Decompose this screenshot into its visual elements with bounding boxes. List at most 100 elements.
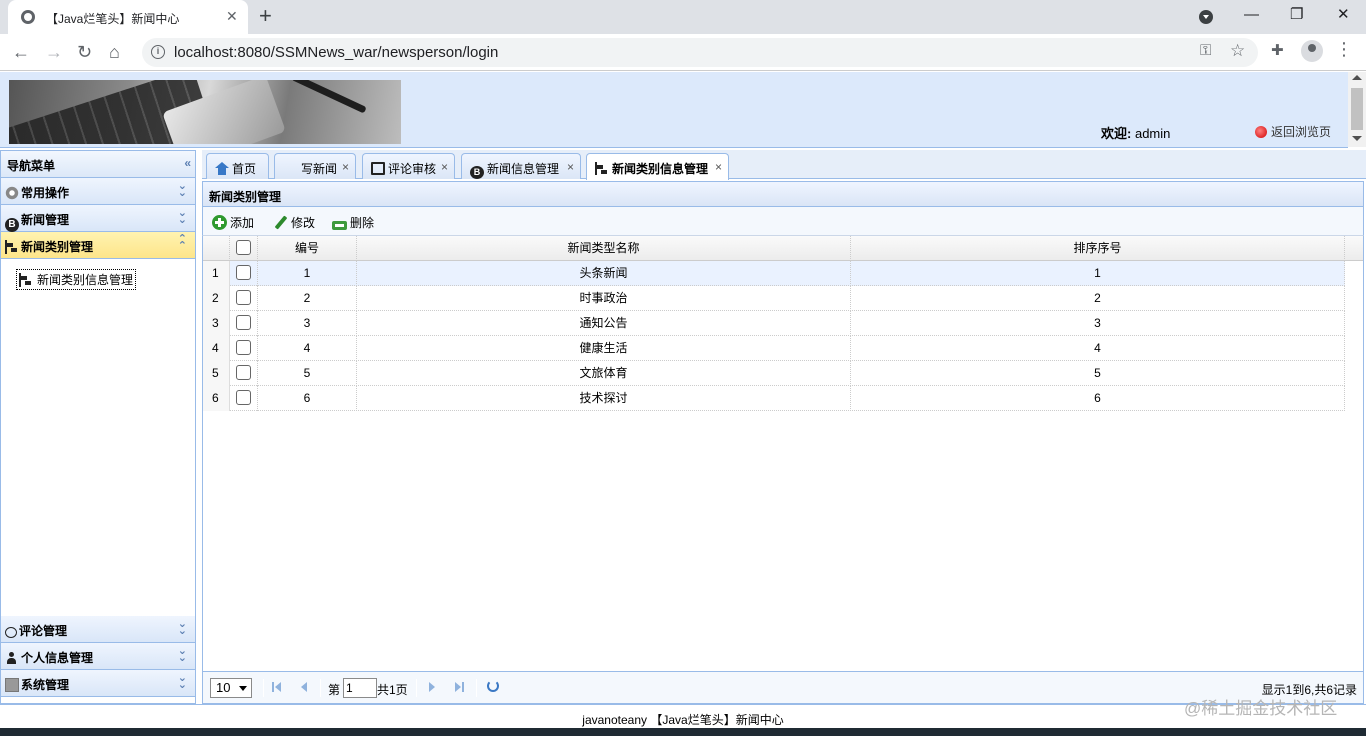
tab-home[interactable]: 首页 xyxy=(206,153,269,179)
cell-id: 2 xyxy=(258,286,357,311)
reload-icon[interactable]: ↻ xyxy=(77,41,92,63)
new-tab-button[interactable]: + xyxy=(259,4,272,28)
welcome-text: 欢迎: admin xyxy=(1101,123,1170,142)
address-bar: ← → ↻ ⌂ i localhost:8080/SSMNews_war/new… xyxy=(0,34,1366,71)
cell-name: 文旅体育 xyxy=(357,361,851,386)
tab-close-icon[interactable]: × xyxy=(567,160,574,174)
cell-id: 1 xyxy=(258,261,357,286)
browser-tab[interactable]: 【Java烂笔头】新闻中心 ✕ xyxy=(8,0,248,34)
row-checkbox[interactable] xyxy=(236,290,251,305)
pencil-icon xyxy=(273,215,288,230)
sidebar-section-label: 新闻管理 xyxy=(21,213,70,227)
refresh-icon[interactable] xyxy=(487,680,499,692)
tab-write-news[interactable]: 写新闻 × xyxy=(274,153,356,179)
prev-page-icon[interactable] xyxy=(299,682,309,692)
account-avatar-icon[interactable] xyxy=(1301,40,1323,62)
row-checkbox[interactable] xyxy=(236,340,251,355)
window-restore-button[interactable]: ❐ xyxy=(1290,6,1303,24)
column-header-id[interactable]: 编号 xyxy=(258,236,357,261)
row-checkbox[interactable] xyxy=(236,365,251,380)
url-text[interactable]: localhost:8080/SSMNews_war/newsperson/lo… xyxy=(174,44,498,61)
sidebar-section-news[interactable]: B 新闻管理 ⌄ ⌄ xyxy=(1,205,195,232)
table-row[interactable]: 5 5 文旅体育 5 xyxy=(203,361,1345,386)
row-select-cell xyxy=(230,286,258,311)
home-icon[interactable]: ⌂ xyxy=(109,41,120,63)
tab-close-icon[interactable]: × xyxy=(342,160,349,174)
sidebar-section-news-category[interactable]: 新闻类别管理 ⌃ ⌃ xyxy=(1,232,195,259)
chevron-down-icon: ⌄ ⌄ xyxy=(177,207,187,226)
collapse-sidebar-icon[interactable]: « xyxy=(184,156,190,170)
pager-separator xyxy=(263,679,264,697)
tree-icon xyxy=(19,273,33,287)
back-link-label: 返回浏览页 xyxy=(1271,125,1332,139)
table-row[interactable]: 2 2 时事政治 2 xyxy=(203,286,1345,311)
column-header-order[interactable]: 排序序号 xyxy=(851,236,1345,261)
chevron-down-icon: ⌄ ⌄ xyxy=(177,672,187,691)
sidebar-item-label: 新闻类别信息管理 xyxy=(37,273,134,287)
sidebar-section-system[interactable]: 系统管理 ⌄ ⌄ xyxy=(1,670,195,697)
tree-icon xyxy=(5,240,19,254)
tab-news-info-manage[interactable]: B 新闻信息管理 × xyxy=(461,153,581,179)
sidebar-section-common[interactable]: 常用操作 ⌄ ⌄ xyxy=(1,178,195,205)
row-select-cell xyxy=(230,336,258,361)
forward-arrow-icon[interactable]: → xyxy=(45,41,63,63)
home-icon xyxy=(215,162,229,175)
bookmark-star-icon[interactable]: ☆ xyxy=(1230,41,1245,61)
edit-button[interactable]: 修改 xyxy=(273,214,315,231)
sidebar-section-profile[interactable]: 个人信息管理 ⌄ ⌄ xyxy=(1,643,195,670)
site-info-icon[interactable]: i xyxy=(151,45,165,59)
sidebar-section-comments[interactable]: 评论管理 ⌄ ⌄ xyxy=(1,616,195,643)
tab-comment-review[interactable]: 评论审核 × xyxy=(362,153,455,179)
window-close-button[interactable]: ✕ xyxy=(1337,6,1350,24)
row-number: 6 xyxy=(203,386,230,411)
extensions-icon[interactable]: ✚ xyxy=(1271,41,1284,59)
browser-tab-close-icon[interactable]: ✕ xyxy=(226,8,238,25)
page-scrollbar[interactable] xyxy=(1348,72,1366,147)
select-all-checkbox[interactable] xyxy=(236,240,251,255)
page-number-input[interactable]: 1 xyxy=(343,678,377,698)
row-checkbox[interactable] xyxy=(236,265,251,280)
back-to-browse-link[interactable]: 返回浏览页 xyxy=(1255,123,1331,140)
last-page-icon[interactable] xyxy=(455,682,465,692)
sidebar-item-news-category-manage[interactable]: 新闻类别信息管理 xyxy=(16,269,137,290)
add-button[interactable]: 添加 xyxy=(212,214,254,231)
page-total: 共1页 xyxy=(377,683,408,697)
add-icon xyxy=(212,215,227,230)
tab-close-icon[interactable]: × xyxy=(441,160,448,174)
tab-label: 写新闻 xyxy=(301,162,338,176)
browser-menu-icon[interactable]: ⋮ xyxy=(1335,40,1353,58)
blogger-icon: B xyxy=(470,166,484,179)
page-footer: javanoteany 【Java烂笔头】新闻中心 xyxy=(0,704,1366,728)
delete-icon xyxy=(332,221,347,230)
cell-name: 通知公告 xyxy=(357,311,851,336)
url-field[interactable]: i localhost:8080/SSMNews_war/newsperson/… xyxy=(142,38,1258,67)
tab-close-icon[interactable]: × xyxy=(715,160,722,174)
row-checkbox[interactable] xyxy=(236,315,251,330)
sidebar-title: 导航菜单 « xyxy=(1,151,195,178)
next-page-icon[interactable] xyxy=(427,682,437,692)
delete-button[interactable]: 删除 xyxy=(332,214,374,231)
add-button-label: 添加 xyxy=(230,216,255,230)
back-arrow-icon[interactable]: ← xyxy=(12,41,30,63)
first-page-icon[interactable] xyxy=(272,682,282,692)
cell-order: 5 xyxy=(851,361,1345,386)
tab-search-icon[interactable] xyxy=(1199,10,1213,24)
row-select-cell xyxy=(230,311,258,336)
page-header: 欢迎: admin 返回浏览页 xyxy=(0,72,1348,148)
tab-news-category-manage[interactable]: 新闻类别信息管理 × xyxy=(586,153,729,180)
table-row[interactable]: 6 6 技术探讨 6 xyxy=(203,386,1345,411)
table-row[interactable]: 1 1 头条新闻 1 xyxy=(203,261,1345,286)
table-row[interactable]: 3 3 通知公告 3 xyxy=(203,311,1345,336)
row-checkbox[interactable] xyxy=(236,390,251,405)
page-tabs: 首页 写新闻 × 评论审核 × B 新闻信息管理 × 新闻类别信息管理 × xyxy=(202,150,1366,180)
page-size-select[interactable]: 10 xyxy=(210,678,252,698)
key-icon[interactable]: ⚿ xyxy=(1200,42,1211,59)
back-icon xyxy=(1255,126,1267,138)
cell-order: 2 xyxy=(851,286,1345,311)
column-header-name[interactable]: 新闻类型名称 xyxy=(357,236,851,261)
table-row[interactable]: 4 4 健康生活 4 xyxy=(203,336,1345,361)
cell-order: 4 xyxy=(851,336,1345,361)
rownum-header xyxy=(203,236,230,261)
window-minimize-button[interactable]: — xyxy=(1244,6,1259,24)
comment-icon xyxy=(5,627,17,638)
